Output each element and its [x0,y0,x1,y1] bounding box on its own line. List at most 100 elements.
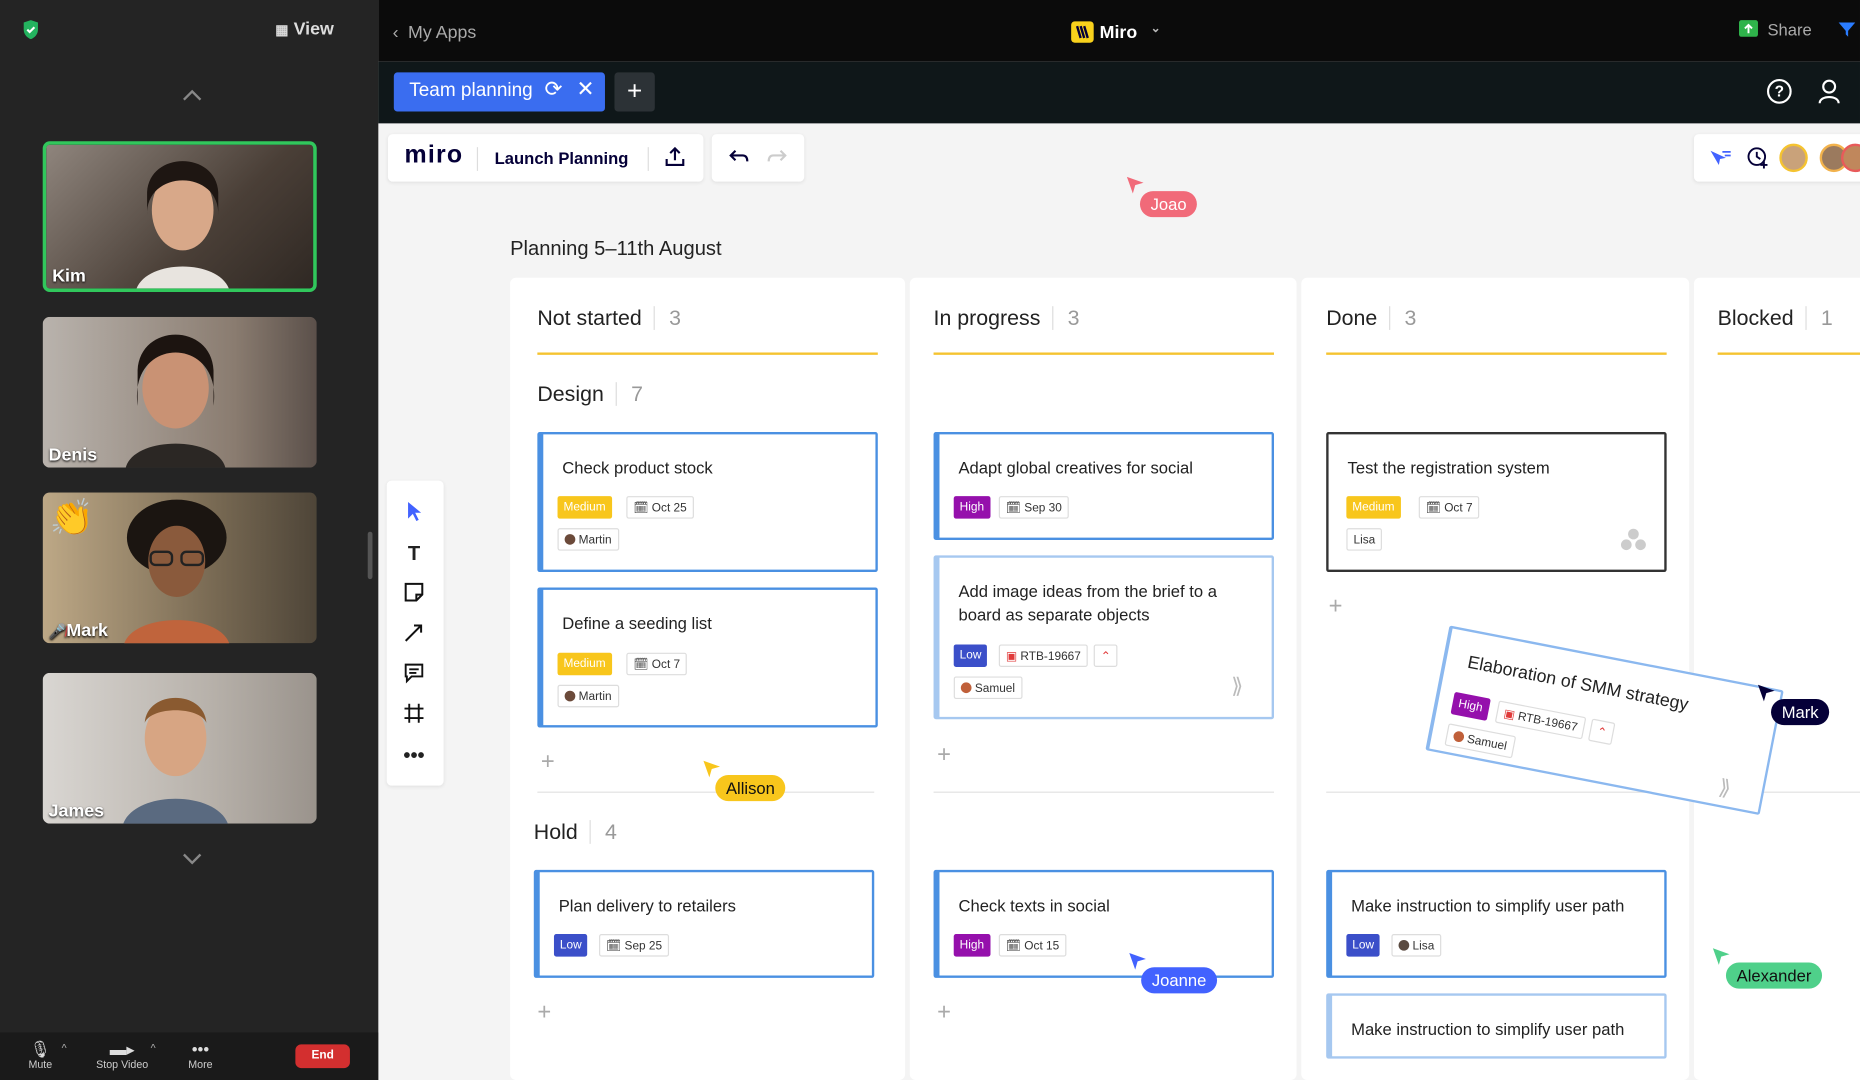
chevron-up-icon[interactable]: ^ [151,1042,156,1054]
owner-tag: Samuel [953,676,1023,700]
add-card-plus-icon[interactable]: + [937,999,951,1026]
frame-tool-icon[interactable] [401,703,427,729]
view-button[interactable]: ▦ View [275,19,334,39]
priority-badge: Low [1346,934,1381,957]
card-make-instruction[interactable]: Make instruction to simplify user path L… [1326,869,1667,978]
board-header-panel: miro Launch Planning [387,134,704,182]
cursor-label-alexander: Alexander [1725,962,1823,989]
timer-add-icon[interactable] [1746,146,1770,176]
group-header-hold: Hold 4 [533,820,617,844]
sidebar-resize-handle[interactable] [367,531,373,580]
help-icon[interactable]: ? [1766,78,1792,110]
close-icon[interactable]: ✕ [577,77,595,102]
plus-icon: + [626,75,643,106]
participant-name: Denis [48,445,98,466]
card-add-image-ideas[interactable]: Add image ideas from the brief to a boar… [933,555,1275,720]
priority-badge: Medium [557,496,612,519]
scroll-up-chevron-icon[interactable] [180,88,204,112]
select-tool-icon[interactable] [401,501,427,527]
ticket-tag: ▣ RTB-19667 [998,644,1089,667]
column-header: Done 3 [1326,306,1417,330]
priority-badge: Medium [557,652,612,676]
card-plan-delivery[interactable]: Plan delivery to retailers Low 🗓 Sep 25 [533,869,875,978]
muted-mic-icon: 🎤̸ [48,623,67,640]
more-tools-icon[interactable]: ••• [401,743,427,769]
tab-team-planning[interactable]: Team planning ⟳ ✕ [393,72,605,112]
undo-redo-panel [711,134,805,182]
cursor-arrow-icon [1126,176,1144,194]
cursor-label-mark: Mark [1771,699,1830,726]
chevron-down-icon: ⌄ [1150,22,1161,36]
zoom-sidebar: ▦ View Kim Denis 👏 🎤̸Mark James 🎙 Mute ^ … [0,0,379,1080]
cursor-arrow-icon [703,760,721,778]
sticky-note-tool-icon[interactable] [401,582,427,608]
refresh-icon[interactable]: ⟳ [544,77,562,102]
jira-icon: ▣ [1005,650,1018,664]
avatar [564,690,576,702]
shield-icon [21,19,40,40]
video-tile-james[interactable]: James [42,672,317,824]
participant-name: Kim [52,265,86,287]
card-adapt-global-creatives[interactable]: Adapt global creatives for social High 🗓… [933,431,1275,540]
card-test-registration[interactable]: Test the registration system Medium 🗓 Oc… [1326,431,1667,573]
card-check-texts-social[interactable]: Check texts in social High 🗓 Oct 15 [933,869,1275,978]
add-card-plus-icon[interactable]: + [937,742,951,769]
more-button[interactable]: ••• More [165,1040,236,1071]
miro-logo: miro [404,141,464,169]
calendar-icon: 🗓 [1005,502,1021,516]
zoom-toolbar: 🎙 Mute ^ ▬▸ Stop Video ^ ••• More End [0,1032,379,1080]
scroll-down-chevron-icon[interactable] [180,850,204,869]
add-card-plus-icon[interactable]: + [1329,593,1343,620]
svg-text:?: ? [1775,84,1784,101]
owner-tag: Martin [557,528,619,551]
export-icon[interactable] [664,145,685,175]
video-tile-mark[interactable]: 👏 🎤̸Mark [42,492,317,644]
avatar [1398,939,1410,951]
back-link[interactable]: ‹ My Apps [393,23,477,43]
video-tile-denis[interactable]: Denis [42,316,317,468]
add-card-plus-icon[interactable]: + [537,999,551,1026]
user-profile-icon[interactable] [1817,78,1841,110]
priority-badge: High [953,496,990,519]
chevron-up-icon[interactable]: ^ [62,1042,67,1054]
jira-app-icon: ⟫ [1231,674,1244,698]
card-make-instruction-2[interactable]: Make instruction to simplify user path [1326,993,1667,1059]
add-card-plus-icon[interactable]: + [541,749,555,776]
stop-video-button[interactable]: ▬▸ Stop Video [87,1040,158,1071]
video-tile-kim[interactable]: Kim [42,141,317,292]
calendar-icon: 🗓 [633,658,649,672]
column-header: Blocked 1 [1717,306,1833,330]
date-tag: 🗓 Oct 25 [626,496,694,519]
add-tab-button[interactable]: + [614,72,655,112]
undo-icon[interactable] [728,148,749,171]
more-dots-icon: ••• [191,1039,210,1059]
cursor-label-allison: Allison [715,774,786,802]
priority-badge: High [1450,691,1491,721]
reactions-icon[interactable] [1708,148,1732,173]
calendar-icon: 🗓 [1005,939,1021,954]
avatar[interactable] [1779,143,1808,173]
card-define-seeding-list[interactable]: Define a seeding list Medium 🗓 Oct 7 Mar… [537,587,878,728]
redo-icon[interactable] [766,148,787,171]
priority-arrow-icon: ⌃ [1093,644,1118,667]
cursor-arrow-icon [1129,953,1146,970]
participant-name: James [48,801,105,822]
date-tag: 🗓 Oct 15 [998,934,1067,957]
card-check-product-stock[interactable]: Check product stock Medium 🗓 Oct 25 Mart… [537,431,878,573]
comment-tool-icon[interactable] [401,662,427,688]
collaboration-panel [1693,134,1860,182]
connector-line-tool-icon[interactable] [401,622,427,648]
ticket-tag: ▣ RTB-19667 [1494,700,1587,740]
funnel-icon[interactable] [1837,21,1856,44]
avatar [960,682,972,694]
share-upload-icon [1738,20,1758,37]
board-name[interactable]: Launch Planning [495,148,629,167]
calendar-icon: 🗓 [606,939,622,954]
text-tool-icon[interactable]: T [401,541,427,567]
priority-arrow-icon: ⌃ [1587,718,1616,746]
tab-bar: Team planning ⟳ ✕ + ? [378,61,1860,124]
cursor-arrow-icon [1757,684,1775,702]
end-meeting-button[interactable]: End [295,1044,350,1069]
cursor-label-joanne: Joanne [1141,967,1217,994]
calendar-icon: 🗓 [1425,502,1441,516]
